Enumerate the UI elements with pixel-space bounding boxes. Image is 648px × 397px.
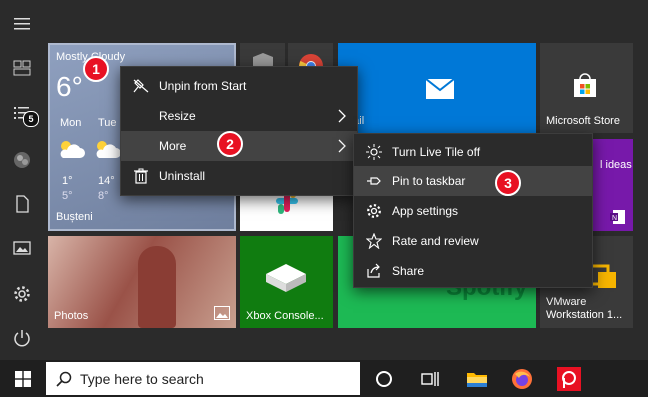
user-avatar-icon[interactable] (10, 148, 34, 172)
start-button[interactable] (0, 360, 46, 397)
photos-tile-label: Photos (54, 310, 89, 322)
firefox-button[interactable] (511, 368, 533, 390)
menu-item-label: Unpin from Start (159, 79, 247, 93)
chevron-right-icon (338, 139, 346, 153)
settings-gear-icon[interactable] (10, 282, 34, 306)
step-badge-2: 2 (217, 131, 243, 157)
chevron-right-icon (338, 109, 346, 123)
menu-item-uninstall[interactable]: Uninstall (121, 161, 357, 191)
power-icon[interactable] (10, 326, 34, 350)
menu-item-label: Resize (159, 109, 196, 123)
tile-context-menu: Unpin from Start Resize More Uninstall (120, 66, 358, 196)
partly-cloudy-icon (92, 137, 122, 166)
weather-temperature: 6° (56, 71, 83, 102)
menu-item-label: Pin to taskbar (392, 174, 466, 188)
photo-icon (214, 306, 230, 320)
vmware-tile-label: VMware Workstation 1... (546, 296, 623, 321)
search-icon (56, 371, 72, 387)
hamburger-menu-icon[interactable] (10, 12, 34, 36)
envelope-icon (426, 79, 454, 99)
live-tile-icon (366, 144, 382, 160)
menu-item-turn-live-tile-off[interactable]: Turn Live Tile off (354, 137, 592, 167)
search-placeholder: Type here to search (80, 371, 204, 387)
weather-location: Bușteni (56, 211, 93, 223)
trash-icon (134, 168, 148, 184)
menu-item-resize[interactable]: Resize (121, 101, 357, 131)
xbox-tile-label: Xbox Console... (246, 310, 324, 322)
gear-icon (367, 204, 381, 218)
menu-item-label: Uninstall (159, 169, 206, 183)
xbox-console-icon (266, 264, 306, 292)
forecast-day-name: Mon (60, 117, 82, 129)
forecast-day-name: Tue (98, 117, 117, 129)
menu-item-label: More (159, 139, 187, 153)
red-app-icon (557, 367, 581, 391)
tiles-view-icon[interactable] (10, 56, 34, 80)
windows-logo-icon (15, 370, 31, 387)
menu-item-share[interactable]: Share (354, 256, 592, 286)
forecast-low: 8° (98, 190, 109, 202)
share-icon (367, 263, 380, 278)
taskbar: Type here to search (0, 360, 648, 397)
microsoft-store-tile[interactable]: Microsoft Store (540, 43, 633, 133)
forecast-high: 1° (62, 175, 73, 187)
star-icon (366, 233, 382, 249)
forecast-high: 14° (98, 175, 115, 187)
menu-item-app-settings[interactable]: App settings (354, 196, 592, 226)
all-apps-list-icon[interactable]: 5 (10, 102, 39, 127)
cortana-button[interactable] (374, 369, 394, 389)
search-box[interactable]: Type here to search (46, 362, 360, 395)
menu-item-label: Turn Live Tile off (392, 145, 481, 159)
svg-text:N: N (612, 215, 617, 222)
ideas-tile-label: l ideas (600, 159, 632, 171)
xbox-console-tile[interactable]: Xbox Console... (240, 236, 333, 328)
partly-cloudy-icon (56, 137, 86, 166)
step-badge-3: 3 (495, 170, 521, 196)
forecast-low: 5° (62, 190, 73, 202)
folder-icon (467, 373, 487, 387)
menu-item-label: Rate and review (392, 234, 479, 248)
menu-item-label: App settings (392, 204, 459, 218)
menu-item-rate-and-review[interactable]: Rate and review (354, 226, 592, 256)
file-explorer-button[interactable] (466, 368, 488, 390)
menu-item-label: Share (392, 264, 425, 278)
firefox-icon (512, 369, 532, 389)
documents-icon[interactable] (10, 192, 34, 216)
menu-item-unpin[interactable]: Unpin from Start (121, 71, 357, 101)
mail-tile[interactable]: Mail (338, 43, 536, 133)
shopping-bag-icon (574, 73, 596, 97)
onenote-icon: N (610, 210, 625, 224)
pictures-icon[interactable] (10, 236, 34, 260)
store-tile-label: Microsoft Store (546, 115, 620, 127)
pin-icon (367, 177, 381, 185)
pinned-app-button[interactable] (557, 367, 581, 391)
cortana-circle-icon (376, 371, 392, 387)
task-view-icon (421, 372, 439, 386)
photos-tile[interactable]: Photos (48, 236, 236, 328)
task-view-button[interactable] (420, 369, 440, 389)
menu-item-pin-to-taskbar[interactable]: Pin to taskbar (354, 166, 592, 196)
more-submenu: Turn Live Tile off Pin to taskbar App se… (353, 133, 593, 288)
unpin-icon (133, 79, 149, 93)
start-rail: 5 (0, 0, 44, 360)
step-badge-1: 1 (83, 56, 109, 82)
notification-count-badge: 5 (23, 111, 39, 127)
